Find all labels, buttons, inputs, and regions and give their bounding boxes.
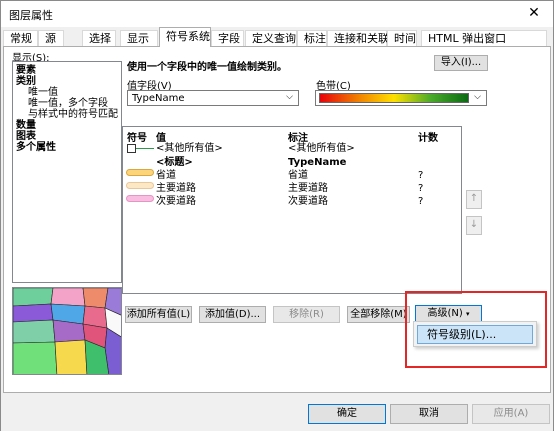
renderer-preview-map: [12, 287, 122, 375]
cancel-button[interactable]: 取消: [390, 404, 468, 424]
road-symbol-swatch: [126, 195, 154, 202]
arrow-down-icon[interactable]: ↓: [466, 216, 482, 235]
row-label: 次要道路: [288, 196, 328, 207]
value-field-value: TypeName: [132, 93, 185, 104]
tree-item-match-to-style[interactable]: 与样式中的符号匹配: [28, 109, 118, 120]
tab-joins-relates[interactable]: 连接和关联: [327, 30, 389, 47]
tab-strip: 常规 源 选择 显示 符号系统 字段 定义查询 标注 连接和关联 时间 HTML…: [3, 27, 551, 47]
row-label: TypeName: [288, 157, 347, 168]
table-row[interactable]: <其他所有值> <其他所有值>: [123, 142, 461, 155]
close-icon[interactable]: ✕: [521, 2, 547, 24]
apply-button[interactable]: 应用(A): [472, 404, 550, 424]
tab-html-popup[interactable]: HTML 弹出窗口: [421, 30, 547, 47]
tab-selection[interactable]: 选择: [82, 30, 116, 47]
road-symbol-swatch: [126, 169, 154, 176]
row-count: ?: [418, 183, 424, 194]
import-button[interactable]: 导入(I)...: [434, 55, 488, 71]
tab-display[interactable]: 显示: [120, 30, 158, 47]
tab-fields[interactable]: 字段: [211, 30, 244, 47]
tab-labels[interactable]: 标注: [297, 30, 327, 47]
color-ramp-swatch: [319, 93, 469, 103]
remove-all-button[interactable]: 全部移除(M): [347, 306, 410, 323]
tab-time[interactable]: 时间: [387, 30, 417, 47]
row-value: 省道: [156, 170, 176, 181]
row-value: <其他所有值>: [156, 143, 223, 154]
row-label: 主要道路: [288, 183, 328, 194]
tree-item-quantities[interactable]: 数量: [16, 120, 36, 131]
tab-general[interactable]: 常规: [3, 30, 38, 47]
add-all-values-button[interactable]: 添加所有值(L): [125, 306, 192, 323]
title-bar: 图层属性 ✕: [1, 1, 553, 27]
row-count: ?: [418, 170, 424, 181]
chevron-down-icon: ⌵: [286, 92, 293, 102]
remove-button[interactable]: 移除(R): [273, 306, 340, 323]
tree-item-categories[interactable]: 类别: [16, 76, 36, 87]
renderer-tree: 要素 类别 唯一值 唯一值，多个字段 与样式中的符号匹配 数量 图表 多个属性: [12, 61, 122, 283]
table-row[interactable]: 主要道路 主要道路 ?: [123, 182, 461, 195]
window-title: 图层属性: [9, 9, 53, 22]
chevron-down-icon: ⌵: [474, 92, 481, 102]
preview-map-image: [13, 288, 121, 374]
add-values-button[interactable]: 添加值(D)...: [199, 306, 266, 323]
renderer-description: 使用一个字段中的唯一值绘制类别。: [127, 62, 287, 73]
dialog-button-bar: 确定 取消 应用(A): [1, 393, 553, 431]
arrow-up-icon[interactable]: ↑: [466, 190, 482, 209]
value-field-select[interactable]: TypeName ⌵: [127, 90, 299, 106]
tree-item-unique-values-many-fields[interactable]: 唯一值，多个字段: [28, 98, 108, 109]
symbol-class-table: 符号 值 标注 计数 <其他所有值> <其他所有值> <标题> TypeName…: [122, 126, 462, 294]
tab-symbology[interactable]: 符号系统: [159, 27, 211, 47]
table-row[interactable]: 次要道路 次要道路 ?: [123, 195, 461, 208]
table-row[interactable]: 省道 省道 ?: [123, 169, 461, 182]
table-row[interactable]: <标题> TypeName: [123, 156, 461, 169]
road-symbol-swatch: [126, 182, 154, 189]
row-label: 省道: [288, 170, 308, 181]
tree-item-features[interactable]: 要素: [16, 65, 36, 76]
line-symbol-icon: [136, 148, 154, 149]
layer-properties-dialog: 图层属性 ✕ 常规 源 选择 显示 符号系统 字段 定义查询 标注 连接和关联 …: [0, 0, 554, 431]
tab-source[interactable]: 源: [38, 30, 64, 47]
tree-item-multiple-attributes[interactable]: 多个属性: [16, 142, 56, 153]
row-count: ?: [418, 196, 424, 207]
row-value: <标题>: [156, 157, 193, 168]
color-ramp-select[interactable]: ⌵: [315, 90, 487, 106]
tree-item-unique-values[interactable]: 唯一值: [28, 87, 58, 98]
tree-item-charts[interactable]: 图表: [16, 131, 36, 142]
checkbox-icon[interactable]: [127, 144, 136, 153]
row-value: 主要道路: [156, 183, 196, 194]
row-value: 次要道路: [156, 196, 196, 207]
tab-definition-query[interactable]: 定义查询: [245, 30, 297, 47]
row-label: <其他所有值>: [288, 143, 355, 154]
ok-button[interactable]: 确定: [308, 404, 386, 424]
highlight-annotation: [405, 291, 547, 368]
